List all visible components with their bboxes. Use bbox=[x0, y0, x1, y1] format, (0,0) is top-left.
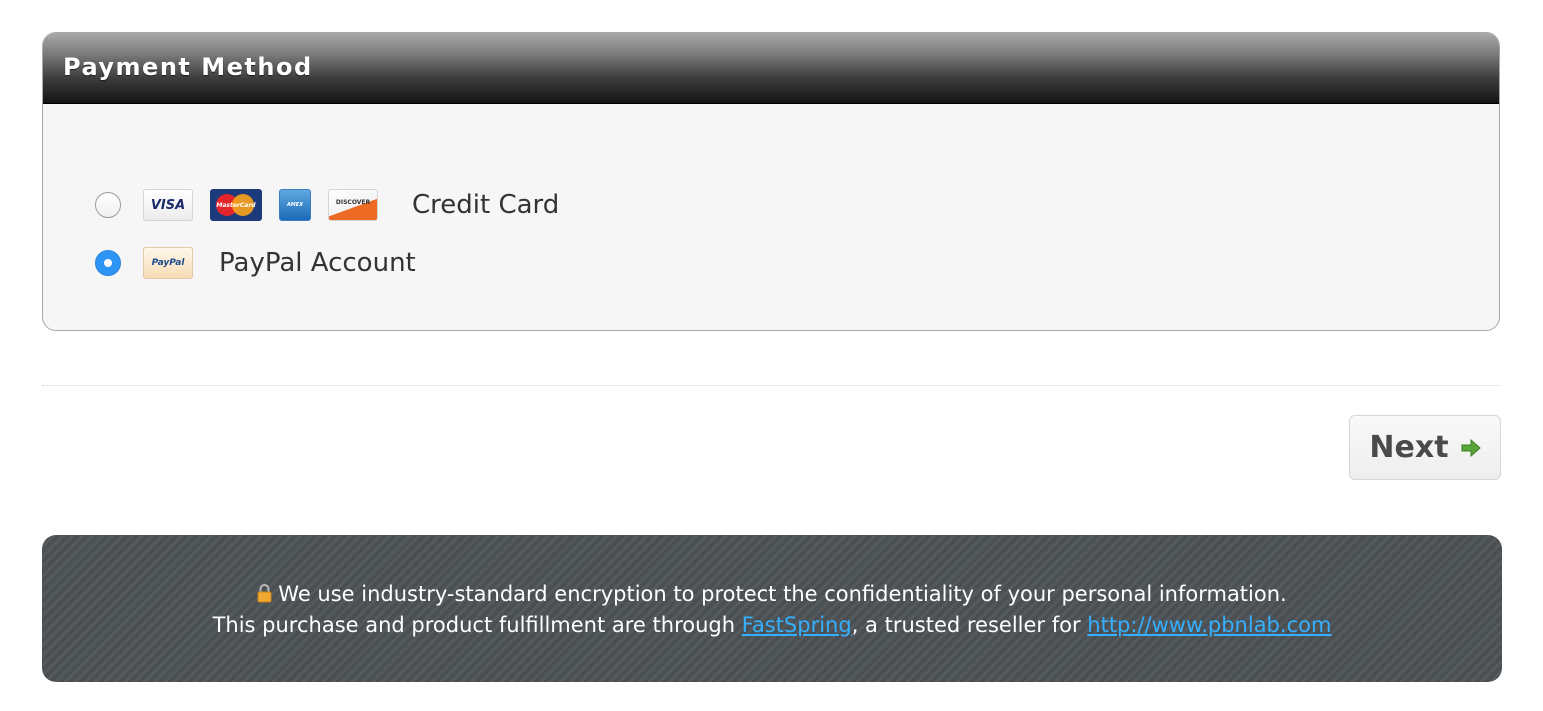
panel-title: Payment Method bbox=[63, 53, 313, 81]
footer-line-1: We use industry-standard encryption to p… bbox=[42, 579, 1502, 610]
option-credit-card[interactable]: VISA MasterCard AMEX DISCOVER Credit Car… bbox=[95, 189, 559, 221]
discover-logo: DISCOVER bbox=[328, 189, 378, 221]
visa-logo: VISA bbox=[143, 189, 193, 221]
paypal-label[interactable]: PayPal Account bbox=[219, 248, 416, 278]
fulfillment-text: This purchase and product fulfillment ar… bbox=[212, 613, 742, 637]
option-paypal[interactable]: PayPal PayPal Account bbox=[95, 247, 416, 279]
amex-logo: AMEX bbox=[279, 189, 311, 221]
section-divider bbox=[42, 385, 1500, 386]
lock-icon bbox=[257, 584, 272, 603]
paypal-logo: PayPal bbox=[143, 247, 193, 279]
arrow-right-icon bbox=[1461, 438, 1481, 457]
site-link[interactable]: http://www.pbnlab.com bbox=[1087, 613, 1331, 637]
mastercard-logo: MasterCard bbox=[210, 189, 262, 221]
footer-line-2: This purchase and product fulfillment ar… bbox=[42, 610, 1502, 641]
paypal-radio[interactable] bbox=[95, 250, 121, 276]
fastspring-link[interactable]: FastSpring bbox=[742, 613, 852, 637]
encryption-text: We use industry-standard encryption to p… bbox=[278, 582, 1287, 606]
payment-method-panel: Payment Method VISA MasterCard AMEX DISC… bbox=[42, 32, 1500, 331]
credit-card-label[interactable]: Credit Card bbox=[412, 190, 559, 220]
next-label: Next bbox=[1369, 430, 1449, 465]
panel-header: Payment Method bbox=[43, 33, 1499, 104]
next-button[interactable]: Next bbox=[1349, 415, 1501, 480]
reseller-text: , a trusted reseller for bbox=[851, 613, 1088, 637]
security-footer: We use industry-standard encryption to p… bbox=[42, 535, 1502, 682]
credit-card-radio[interactable] bbox=[95, 192, 121, 218]
